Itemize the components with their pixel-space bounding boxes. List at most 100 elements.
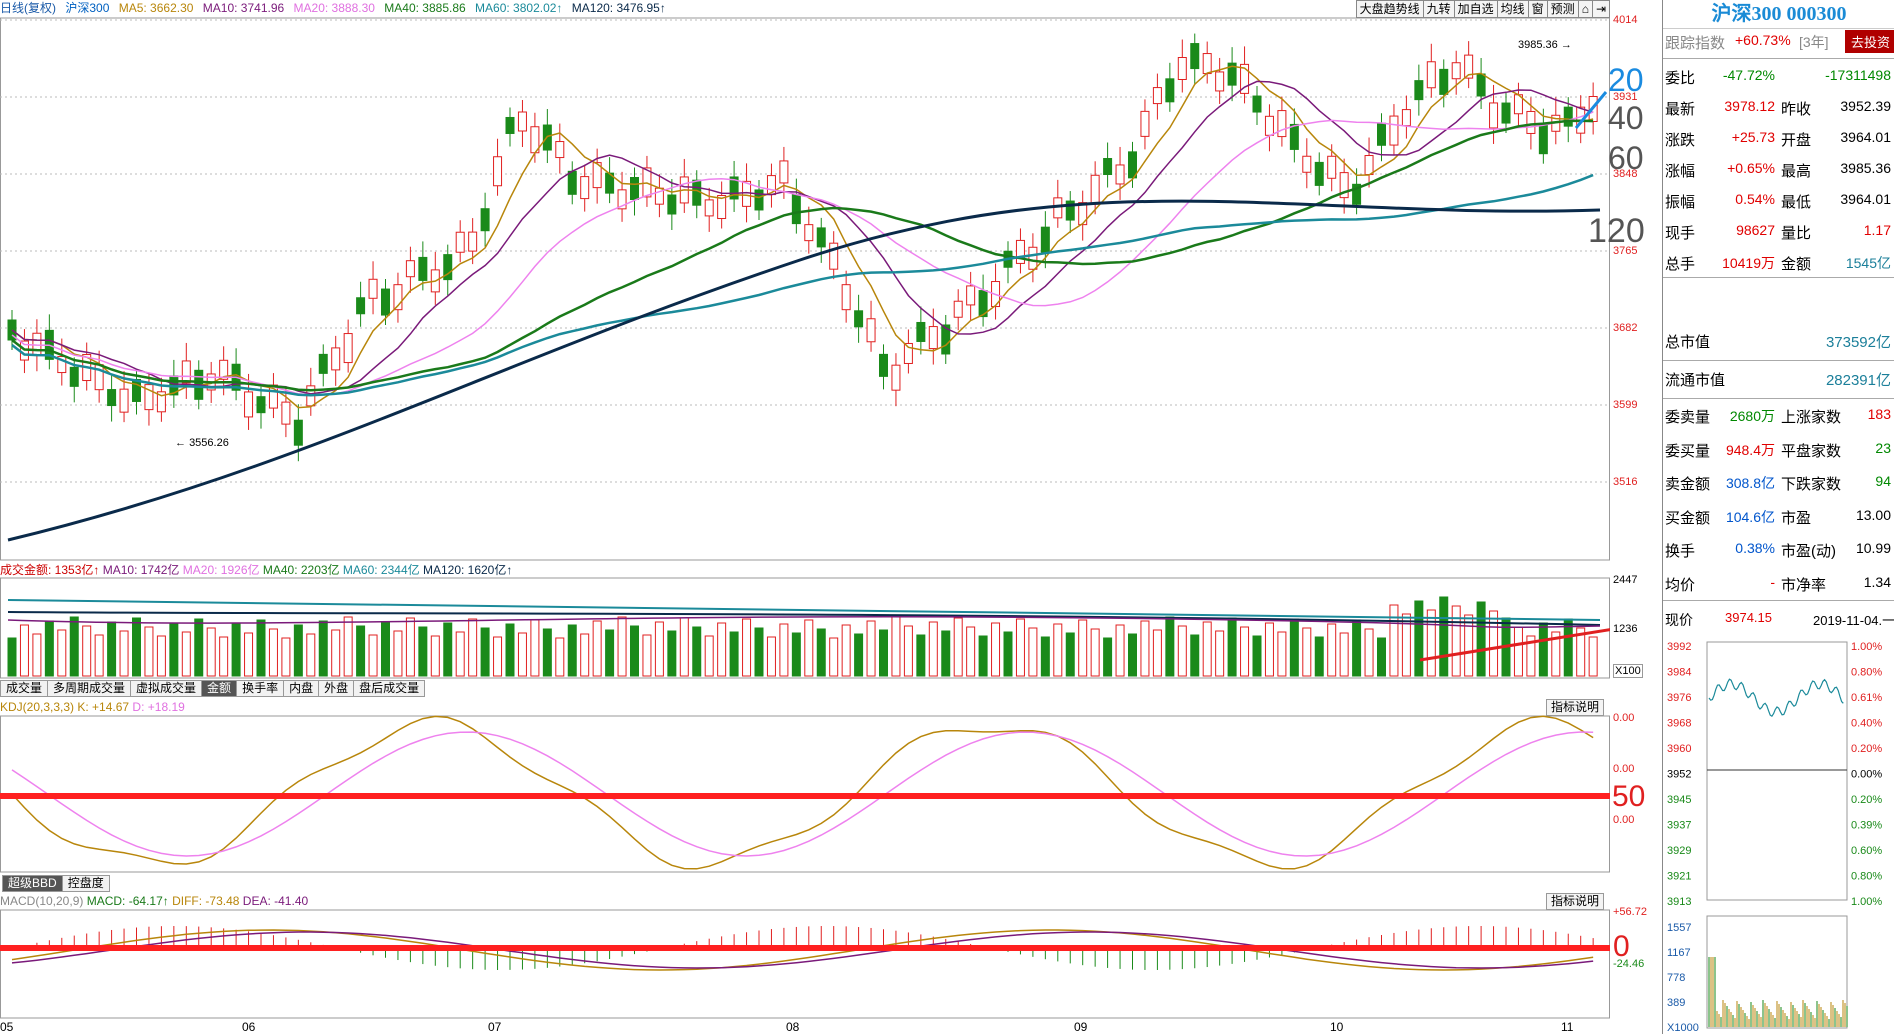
stat-label-2: 下跌家数: [1781, 476, 1842, 493]
volume-bar: [69, 616, 79, 677]
quote-value-2: -17311498: [1825, 67, 1891, 83]
x-axis-label: 06: [242, 1020, 256, 1034]
up-candle: [343, 333, 353, 364]
volume-ma20: MA20: 1926亿: [182, 563, 260, 577]
tab-control-degree[interactable]: 控盘度: [61, 875, 110, 892]
x-axis-label: 09: [1074, 1020, 1088, 1034]
down-candle: [567, 170, 577, 195]
ma120-line: [7, 199, 1601, 542]
float-cap-value: 282391亿: [1825, 372, 1891, 389]
volume-bar: [1240, 626, 1250, 677]
quote-value: +0.65%: [1727, 160, 1775, 176]
trend-line-button[interactable]: 大盘趋势线: [1355, 0, 1424, 18]
volume-bar: [1314, 636, 1324, 677]
volume-bar: [1339, 632, 1349, 677]
volume-bar: [19, 624, 29, 677]
volume-bar: [405, 617, 415, 677]
down-candle: [1377, 122, 1386, 146]
ma5-value: MA5: 3662.30: [118, 1, 194, 15]
up-candle: [244, 391, 254, 418]
volume-ma40: MA40: 2203亿: [262, 563, 340, 577]
volume-bar: [1152, 629, 1162, 677]
volume-bar: [1040, 636, 1050, 677]
volume-bar: [144, 626, 154, 677]
volume-title: 成交金额: 1353亿↑: [0, 563, 100, 577]
tab-super-bbd[interactable]: 超级BBD: [2, 875, 63, 892]
quote-row: 涨跌 +25.73 开盘 3964.01: [1663, 123, 1894, 153]
kdj-legend[interactable]: KDJ(20,3,3,3) K: +14.67 D: +18.19: [0, 699, 185, 715]
down-candle: [1414, 80, 1424, 101]
volume-bar: [928, 621, 938, 677]
x-axis-label: 08: [786, 1020, 800, 1034]
x-axis-label: 11: [1561, 1020, 1574, 1034]
up-candle: [928, 326, 938, 350]
volume-bar: [393, 630, 403, 677]
nine-turn-button[interactable]: 九转: [1422, 0, 1455, 18]
volume-bar: [1015, 618, 1025, 677]
up-candle: [1401, 109, 1411, 127]
quote-label: 涨跌: [1665, 132, 1696, 149]
tab-turnover[interactable]: 换手率: [236, 680, 285, 697]
volume-bar: [729, 631, 739, 677]
quote-label-2: 昨收: [1781, 101, 1812, 118]
volume-bar: [1352, 619, 1362, 677]
up-candle: [1526, 110, 1536, 134]
lock-icon[interactable]: ⌂: [1577, 0, 1593, 18]
intraday-volume-label: 1557: [1667, 922, 1691, 934]
volume-axis-label: X100: [1613, 664, 1643, 678]
volume-bar: [829, 637, 839, 677]
quote-row: 涨幅 +0.65% 最高 3985.36: [1663, 154, 1894, 184]
volume-legend: 成交金额: 1353亿↑ MA10: 1742亿 MA20: 1926亿 MA4…: [0, 562, 512, 578]
low-price-marker: ← 3556.26: [175, 437, 229, 449]
volume-bar: [468, 618, 478, 677]
volume-bar: [119, 630, 129, 677]
kdj-help-button[interactable]: 指标说明: [1546, 699, 1605, 716]
stat-value: 104.6亿: [1725, 508, 1775, 525]
tab-virtual-volume[interactable]: 虚拟成交量: [130, 680, 203, 697]
macd-legend[interactable]: MACD(10,20,9) MACD: -64.17↑ DIFF: -73.48…: [0, 893, 308, 909]
stat-label-2: 市盈: [1781, 509, 1812, 527]
panel-title: 沪深300 000300: [1663, 0, 1894, 29]
invest-button[interactable]: 去投资: [1845, 30, 1894, 53]
down-candle: [854, 310, 864, 328]
ma120-value: MA120: 3476.95↑: [571, 1, 666, 15]
volume-bar: [978, 635, 988, 677]
market-cap-value: 373592亿: [1825, 334, 1891, 351]
volume-bar: [7, 637, 17, 677]
period-label[interactable]: 日线(复权): [0, 1, 56, 15]
add-watchlist-button[interactable]: 加自选: [1453, 0, 1498, 18]
intraday-volume-label: X1000: [1667, 1022, 1699, 1034]
volume-bar: [1053, 623, 1063, 677]
volume-axis-label: 2447: [1613, 574, 1638, 586]
volume-bar: [903, 625, 913, 677]
intraday-chart[interactable]: 3992 3984 3976 3968 3960 3952 3945 3937 3929 3921…: [1663, 638, 1894, 1034]
volume-bar: [181, 631, 191, 677]
macd-help-button[interactable]: 指标说明: [1546, 893, 1605, 910]
ma-lines-button[interactable]: 均线: [1496, 0, 1529, 18]
tab-after-hours-volume[interactable]: 盘后成交量: [353, 680, 426, 697]
down-candle: [879, 353, 888, 377]
volume-bar: [1538, 622, 1548, 677]
kline-chart-canvas[interactable]: [0, 0, 1610, 1034]
volume-bar: [1252, 635, 1262, 677]
tab-inner[interactable]: 内盘: [283, 680, 320, 697]
volume-bar: [1190, 634, 1200, 677]
forecast-button[interactable]: 预测: [1546, 0, 1579, 18]
up-candle: [1152, 87, 1162, 105]
tab-volume[interactable]: 成交量: [0, 680, 49, 697]
tab-multi-period-volume[interactable]: 多周期成交量: [47, 680, 132, 697]
volume-bar: [916, 634, 926, 677]
window-button[interactable]: 窗: [1527, 0, 1548, 18]
price-axis-label: 3682: [1613, 322, 1638, 334]
exit-icon[interactable]: ⇥: [1591, 0, 1610, 18]
intraday-price-label: 3992: [1667, 641, 1691, 653]
volume-bar: [580, 633, 590, 677]
volume-bar: [356, 625, 366, 677]
down-candle: [318, 353, 328, 374]
tab-amount[interactable]: 金额: [201, 680, 238, 697]
volume-bar: [1489, 610, 1499, 677]
quote-row: 振幅 0.54% 最低 3964.01: [1663, 185, 1894, 215]
volume-bar: [156, 635, 166, 677]
tab-outer[interactable]: 外盘: [318, 680, 355, 697]
down-candle: [692, 179, 702, 206]
